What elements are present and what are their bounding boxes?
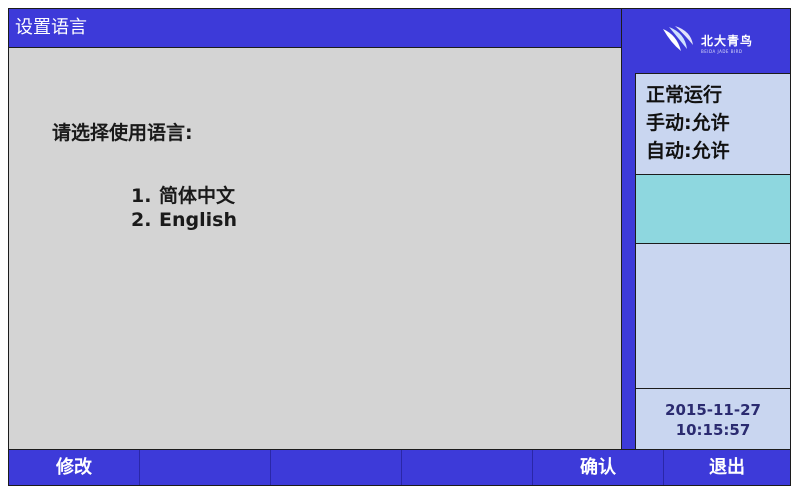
option-number: 2. xyxy=(131,209,152,231)
logo-text: 北大青鸟 xyxy=(701,34,754,48)
jade-bird-logo-icon xyxy=(663,26,693,51)
function-key-2[interactable] xyxy=(140,450,271,485)
date-text: 2015-11-27 xyxy=(665,401,761,419)
page-title: 设置语言 xyxy=(9,9,621,47)
status-auto: 自动:允许 xyxy=(646,140,730,162)
language-option-english[interactable]: 2. English xyxy=(131,209,237,231)
status-running: 正常运行 xyxy=(646,84,723,106)
function-key-4[interactable] xyxy=(402,450,533,485)
logo: 北大青鸟 BEIDA JADE BIRD xyxy=(657,19,767,63)
modify-button[interactable]: 修改 xyxy=(9,450,140,485)
language-option-chinese[interactable]: 1. 简体中文 xyxy=(131,181,235,208)
function-key-bar: 修改 确认 退出 xyxy=(9,450,790,485)
logo-panel: 北大青鸟 BEIDA JADE BIRD xyxy=(622,9,790,73)
indicator-panel xyxy=(636,175,790,243)
time-text: 10:15:57 xyxy=(675,421,751,439)
side-strip xyxy=(622,9,635,449)
option-number: 1. xyxy=(131,185,152,207)
status-panel: 正常运行 手动:允许 自动:允许 xyxy=(636,74,790,174)
info-panel xyxy=(636,244,790,388)
datetime-panel: 2015-11-27 10:15:57 xyxy=(636,389,790,449)
logo-subtext: BEIDA JADE BIRD xyxy=(701,49,743,54)
option-label: 简体中文 xyxy=(159,185,236,207)
status-manual: 手动:允许 xyxy=(646,112,730,134)
exit-button[interactable]: 退出 xyxy=(664,450,790,485)
language-prompt: 请选择使用语言: xyxy=(52,122,193,144)
main-panel: 请选择使用语言: 1. 简体中文 2. English xyxy=(9,48,621,449)
confirm-button[interactable]: 确认 xyxy=(533,450,664,485)
function-key-3[interactable] xyxy=(271,450,402,485)
option-label: English xyxy=(159,209,237,231)
